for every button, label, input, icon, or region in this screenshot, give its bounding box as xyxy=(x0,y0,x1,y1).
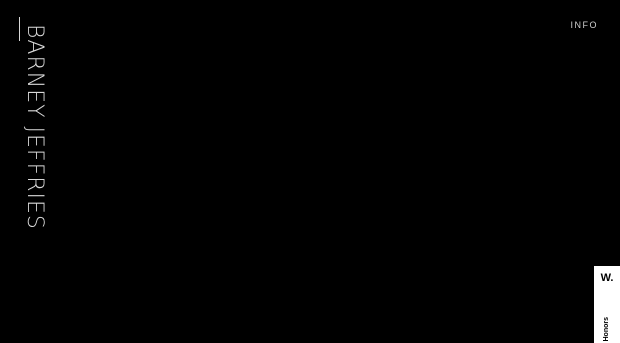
honors-label: Honors xyxy=(603,316,610,342)
site-title: BARNEY JEFFRIES xyxy=(22,24,47,230)
page: BARNEY JEFFRIES INFO W. Honors xyxy=(0,0,620,343)
info-link[interactable]: INFO xyxy=(571,20,599,30)
title-underline xyxy=(19,17,20,41)
awwwards-logo-icon: W. xyxy=(600,272,614,284)
site-title-link[interactable]: BARNEY JEFFRIES xyxy=(16,16,52,238)
awwwards-honors-badge[interactable]: W. Honors xyxy=(594,266,620,343)
